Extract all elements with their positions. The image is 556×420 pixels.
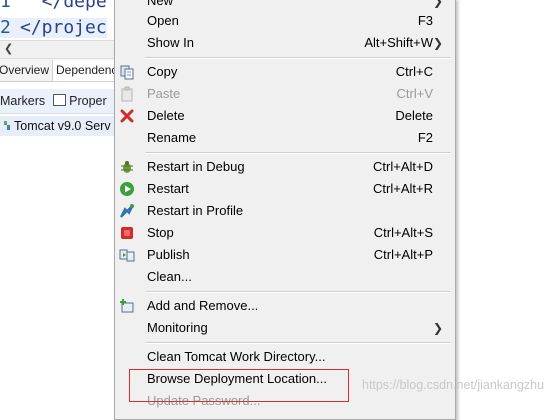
menu-item-label: Restart xyxy=(147,181,189,196)
watermark-text: https://blog.csdn.net/jiankangzhu xyxy=(362,378,545,392)
editor-tabs: OverviewDependencies xyxy=(0,59,114,82)
menu-item-shortcut: Delete xyxy=(395,108,433,123)
submenu-arrow-icon: ❯ xyxy=(432,321,443,335)
restart-icon xyxy=(120,182,134,196)
publish-icon xyxy=(119,249,135,262)
menu-item-shortcut: F2 xyxy=(417,130,433,145)
menu-item-shortcut: Ctrl+V xyxy=(396,86,433,101)
menu-item-add-remove[interactable]: Add and Remove... xyxy=(115,295,455,317)
menu-item-label: Copy xyxy=(147,64,178,79)
line-number: 2 xyxy=(0,17,11,38)
menu-separator xyxy=(145,291,451,293)
menu-item-label: Open xyxy=(147,13,179,28)
menu-item-restart-debug[interactable]: Restart in Debug Ctrl+Alt+D xyxy=(115,156,455,178)
submenu-arrow-icon: ❯ xyxy=(432,36,443,50)
menu-item-label: Restart in Debug xyxy=(147,159,245,174)
menu-item-label: Paste xyxy=(147,86,181,101)
menu-separator xyxy=(145,57,451,59)
menu-item-stop[interactable]: Stop Ctrl+Alt+S xyxy=(115,222,455,244)
menu-item-label: Show In xyxy=(147,35,194,50)
menu-item-shortcut: F3 xyxy=(417,13,433,28)
menu-item-copy[interactable]: Copy Ctrl+C xyxy=(115,61,455,83)
annotation-highlight-box xyxy=(129,369,349,402)
tab-properties[interactable]: Proper xyxy=(53,89,107,113)
code-line-1[interactable]: 1 </depe xyxy=(0,0,107,12)
profile-icon xyxy=(120,204,134,218)
copy-icon xyxy=(120,65,134,80)
server-tomcat-row[interactable]: Tomcat v9.0 Serv xyxy=(0,116,114,136)
menu-item-label: Add and Remove... xyxy=(147,298,259,313)
menu-item-label: Restart in Profile xyxy=(147,203,244,218)
paste-icon xyxy=(121,86,133,102)
menu-item-paste[interactable]: Paste Ctrl+V xyxy=(115,83,455,105)
editor-horizontal-scrollbar[interactable]: ❮ xyxy=(0,40,114,59)
line-number: 1 xyxy=(0,0,11,12)
menu-item-label: Monitoring xyxy=(147,320,208,335)
menu-item-monitoring[interactable]: Monitoring ❯ xyxy=(115,317,455,339)
menu-item-label: Stop xyxy=(147,225,174,240)
menu-item-show-in[interactable]: Show In Alt+Shift+W ❯ xyxy=(115,32,455,54)
tab-dependencies[interactable]: Dependencies xyxy=(53,60,114,81)
menu-item-shortcut: Ctrl+Alt+P xyxy=(373,247,433,262)
menu-item-label: Clean Tomcat Work Directory... xyxy=(147,349,326,364)
tab-properties-label: Proper xyxy=(69,94,107,108)
menu-item-restart[interactable]: Restart Ctrl+Alt+R xyxy=(115,178,455,200)
xml-editor[interactable]: 1 </depe 2 </projec xyxy=(0,0,114,40)
menu-item-restart-profile[interactable]: Restart in Profile xyxy=(115,200,455,222)
context-menu: New ❯ Open F3 Show In Alt+Shift+W ❯ Copy… xyxy=(114,0,456,420)
menu-item-rename[interactable]: Rename F2 xyxy=(115,127,455,149)
add-remove-icon xyxy=(120,299,134,313)
menu-item-delete[interactable]: Delete Delete xyxy=(115,105,455,127)
tab-overview[interactable]: Overview xyxy=(0,60,54,81)
menu-item-publish[interactable]: Publish Ctrl+Alt+P xyxy=(115,244,455,266)
menu-item-open[interactable]: Open F3 xyxy=(115,10,455,32)
properties-icon xyxy=(53,94,67,106)
menu-item-shortcut: Ctrl+Alt+S xyxy=(373,225,433,240)
scroll-left-icon[interactable]: ❮ xyxy=(4,42,13,55)
server-label: Tomcat v9.0 Serv xyxy=(14,119,111,133)
debug-icon xyxy=(121,161,133,173)
menu-item-label: Publish xyxy=(147,247,190,262)
menu-item-clean-work-directory[interactable]: Clean Tomcat Work Directory... xyxy=(115,346,455,368)
code-text: </projec xyxy=(20,17,107,38)
code-line-2[interactable]: 2 </projec xyxy=(0,18,107,38)
menu-item-clean[interactable]: Clean... xyxy=(115,266,455,288)
menu-separator xyxy=(145,152,451,154)
menu-item-shortcut: Ctrl+Alt+D xyxy=(373,159,433,174)
stop-icon xyxy=(121,227,133,239)
code-text: </depe xyxy=(20,0,107,12)
menu-item-label: Rename xyxy=(147,130,197,145)
menu-item-label: Clean... xyxy=(147,269,192,284)
tab-markers[interactable]: Markers xyxy=(0,89,45,113)
menu-item-shortcut: Alt+Shift+W xyxy=(364,35,433,50)
menu-separator xyxy=(145,342,451,344)
delete-icon xyxy=(120,109,134,123)
menu-item-shortcut: Ctrl+Alt+R xyxy=(373,181,433,196)
server-icon xyxy=(4,121,10,130)
menu-item-label: Delete xyxy=(147,108,185,123)
menu-item-shortcut: Ctrl+C xyxy=(395,64,433,79)
views-tab-bar: Markers Proper xyxy=(0,89,114,114)
tab-markers-label: Markers xyxy=(0,94,46,108)
